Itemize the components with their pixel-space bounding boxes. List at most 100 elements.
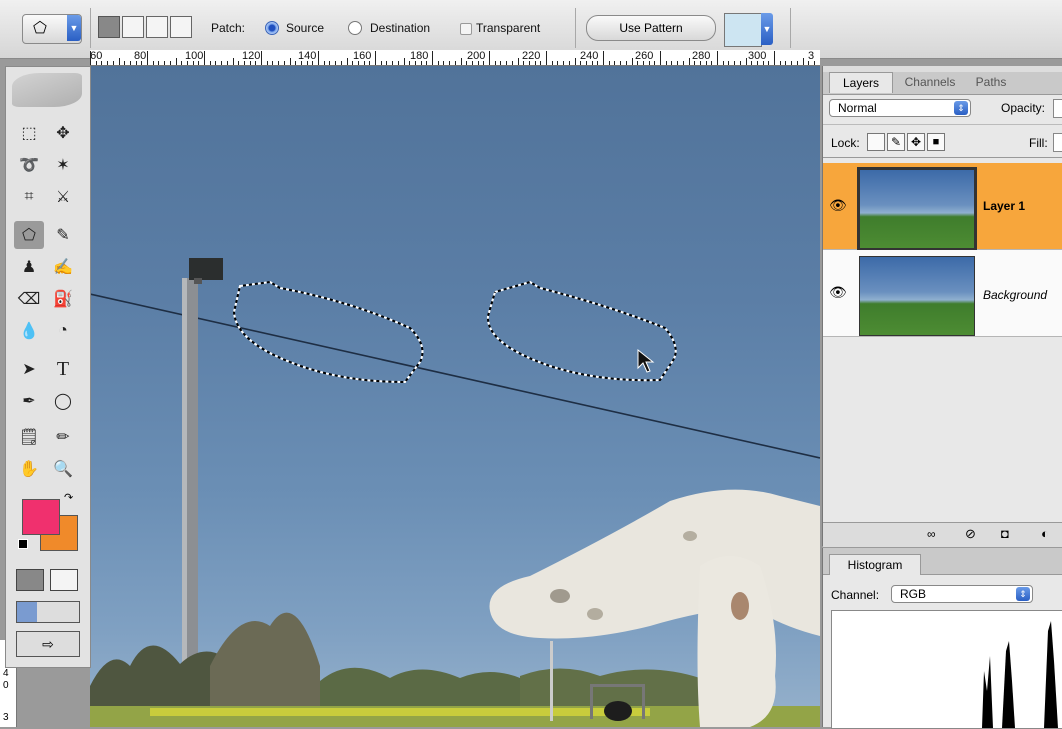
- patch-tool-icon[interactable]: ⬠: [14, 221, 44, 249]
- layer-thumbnail: [857, 167, 977, 251]
- ruler-tick: [689, 58, 690, 65]
- link-icon[interactable]: ∞: [927, 527, 936, 541]
- ruler-tick: [563, 61, 564, 65]
- document-canvas[interactable]: [90, 66, 820, 727]
- pattern-swatch: [724, 13, 762, 47]
- layer-row-background[interactable]: 👁 Background: [823, 250, 1062, 337]
- magic-wand-tool-icon[interactable]: ✶: [48, 151, 78, 179]
- hand-tool-icon[interactable]: ✋: [14, 455, 44, 483]
- adjustment-layer-icon[interactable]: ◐: [1041, 526, 1049, 541]
- history-brush-tool-icon[interactable]: ✍: [48, 253, 78, 281]
- ruler-tick: [746, 58, 747, 65]
- ellipse-tool-icon[interactable]: ◯: [48, 387, 78, 415]
- fill-label: Fill:: [1029, 136, 1048, 150]
- marquee-tool-icon[interactable]: ⬚: [14, 119, 44, 147]
- quick-mask-mode-button[interactable]: [50, 569, 78, 591]
- destination-label[interactable]: Destination: [370, 21, 430, 35]
- stamp-tool-icon[interactable]: ♟: [14, 253, 44, 281]
- ruler-tick: [158, 61, 159, 65]
- paint-bucket-tool-icon[interactable]: ⛽: [48, 285, 78, 313]
- dodge-tool-icon[interactable]: ◔: [48, 317, 78, 345]
- source-label[interactable]: Source: [286, 21, 324, 35]
- patch-icon: ⬠: [33, 18, 47, 38]
- jump-to-imageready-button[interactable]: ⇨: [16, 631, 80, 657]
- standard-mode-button[interactable]: [16, 569, 44, 591]
- blend-mode-select[interactable]: Normal ⇕: [829, 99, 971, 117]
- foreground-color-swatch[interactable]: [22, 499, 60, 535]
- default-colors-icon[interactable]: [18, 539, 28, 549]
- layer-style-icon[interactable]: ⊘: [965, 526, 976, 542]
- new-selection-button[interactable]: [98, 16, 120, 38]
- ruler-tick: [495, 61, 496, 65]
- ruler-tick: [272, 61, 273, 65]
- ruler-tick: [438, 61, 439, 65]
- eyedropper-tool-icon[interactable]: ✏: [48, 423, 78, 451]
- lock-image-icon[interactable]: ✎: [887, 133, 905, 151]
- toolbox: ⬚ ✥ ➰ ✶ ⌗ ⚔ ⬠ ✎ ♟ ✍ ⌫ ⛽ 💧 ◔ ➤ T ✒ ◯ 🗒 ✏ …: [5, 66, 91, 668]
- pen-tool-icon[interactable]: ✒: [14, 387, 44, 415]
- vertical-ruler-label: 0: [3, 680, 9, 691]
- source-radio[interactable]: [265, 21, 279, 35]
- patch-tool-preset-picker[interactable]: ⬠ ▼: [22, 14, 82, 44]
- chevron-down-icon: ▼: [67, 15, 81, 41]
- ruler-tick: [284, 61, 285, 65]
- lasso-tool-icon[interactable]: ➰: [14, 151, 44, 179]
- ruler-tick: [803, 58, 804, 65]
- zoom-tool-icon[interactable]: 🔍: [48, 455, 78, 483]
- lock-position-icon[interactable]: ✥: [907, 133, 925, 151]
- crop-tool-icon[interactable]: ⌗: [14, 183, 44, 211]
- tab-channels[interactable]: Channels: [897, 72, 963, 92]
- destination-radio[interactable]: [348, 21, 362, 35]
- eraser-tool-icon[interactable]: ⌫: [14, 285, 44, 313]
- use-pattern-button[interactable]: Use Pattern: [586, 15, 716, 41]
- ruler-tick: [278, 61, 279, 65]
- ruler-tick: [176, 58, 177, 65]
- ruler-tick: [671, 61, 672, 65]
- lock-all-icon[interactable]: ■: [927, 133, 945, 151]
- ruler-tick: [409, 61, 410, 65]
- ruler-tick: [489, 51, 490, 65]
- ruler-tick: [386, 61, 387, 65]
- blur-tool-icon[interactable]: 💧: [14, 317, 44, 345]
- subtract-from-selection-button[interactable]: [146, 16, 168, 38]
- channel-select[interactable]: RGB ⇕: [891, 585, 1033, 603]
- ruler-tick: [478, 61, 479, 65]
- eye-icon[interactable]: 👁: [829, 284, 847, 301]
- ruler-tick: [740, 61, 741, 65]
- ruler-tick: [603, 51, 604, 65]
- fill-field[interactable]: [1053, 133, 1062, 152]
- ruler-tick: [101, 61, 102, 65]
- brush-tool-icon[interactable]: ✎: [48, 221, 78, 249]
- layer-name: Layer 1: [983, 199, 1025, 213]
- swap-colors-icon[interactable]: ↷: [64, 491, 73, 504]
- vertical-ruler-label: 4: [3, 668, 9, 679]
- pattern-picker[interactable]: ▼: [724, 13, 774, 47]
- type-tool-icon[interactable]: T: [48, 355, 78, 383]
- tab-histogram[interactable]: Histogram: [829, 554, 921, 575]
- ruler-tick: [620, 61, 621, 65]
- tab-paths[interactable]: Paths: [969, 72, 1013, 92]
- move-tool-icon[interactable]: ✥: [48, 119, 78, 147]
- transparent-label[interactable]: Transparent: [476, 21, 540, 35]
- layers-panel: Layers Channels Paths Normal ⇕ Opacity: …: [822, 66, 1062, 546]
- ruler-tick: [96, 61, 97, 65]
- add-to-selection-button[interactable]: [122, 16, 144, 38]
- slice-tool-icon[interactable]: ⚔: [48, 183, 78, 211]
- ruler-tick: [153, 61, 154, 65]
- layer-row-layer1[interactable]: 👁 Layer 1: [823, 163, 1062, 250]
- mask-icon[interactable]: ◘: [1001, 526, 1009, 541]
- ruler-tick: [193, 61, 194, 65]
- notes-tool-icon[interactable]: 🗒: [14, 423, 44, 451]
- opacity-field[interactable]: [1053, 99, 1062, 118]
- transparent-checkbox[interactable]: [460, 23, 472, 35]
- ruler-tick: [432, 51, 433, 65]
- path-selection-tool-icon[interactable]: ➤: [14, 355, 44, 383]
- intersect-selection-button[interactable]: [170, 16, 192, 38]
- ruler-tick: [586, 61, 587, 65]
- ruler-tick: [347, 58, 348, 65]
- screen-mode-buttons[interactable]: [16, 601, 80, 623]
- lock-transparent-icon[interactable]: [867, 133, 885, 151]
- eye-icon[interactable]: 👁: [829, 197, 847, 214]
- ruler-tick: [290, 58, 291, 65]
- tab-layers[interactable]: Layers: [829, 72, 893, 93]
